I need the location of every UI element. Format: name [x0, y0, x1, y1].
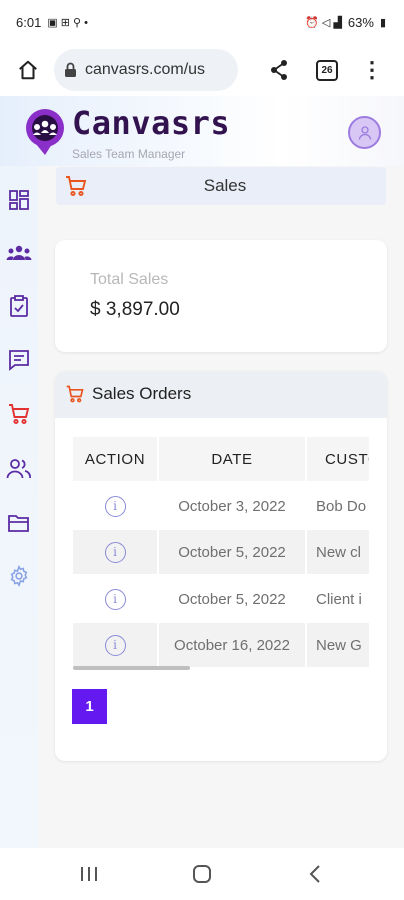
info-icon[interactable]: i — [104, 541, 126, 563]
status-time: 6:01 — [16, 14, 42, 30]
table-row: i October 5, 2022 Client i — [73, 577, 369, 621]
settings-gear-icon[interactable] — [6, 563, 32, 589]
info-icon[interactable]: i — [104, 495, 126, 517]
table-horizontal-scrollbar[interactable] — [73, 666, 190, 670]
share-icon[interactable] — [262, 52, 296, 88]
brand-name: Canvasrs — [72, 104, 231, 142]
signal-icons: ⏰ ◁ ▟ — [305, 16, 342, 29]
total-sales-card — [55, 240, 387, 352]
order-date: October 5, 2022 — [178, 590, 286, 608]
page-title: Sales — [203, 176, 247, 195]
cart-icon — [65, 384, 85, 409]
pagination-page-button[interactable]: 1 — [72, 689, 107, 724]
order-customer: New G — [307, 623, 369, 667]
team-icon[interactable] — [6, 240, 32, 266]
sales-cart-icon[interactable] — [6, 401, 32, 427]
folder-icon[interactable] — [6, 510, 32, 536]
browser-toolbar: canvasrs.com/us 26 ⋮ — [0, 44, 404, 96]
column-header-date[interactable]: DATE — [159, 437, 305, 481]
table-row: i October 3, 2022 Bob Do — [73, 484, 369, 528]
back-nav-icon[interactable] — [307, 862, 323, 886]
order-customer: Client i — [316, 590, 362, 608]
notification-icons: ▣ ⊞ ⚲ • — [47, 16, 88, 29]
info-icon[interactable]: i — [104, 634, 126, 656]
battery-icon: ▮ — [379, 16, 386, 29]
table-row: i October 16, 2022 New G — [73, 623, 369, 667]
home-icon[interactable] — [10, 52, 46, 88]
lock-icon — [64, 62, 77, 78]
order-date: October 16, 2022 — [159, 623, 305, 667]
recent-apps-icon[interactable] — [80, 862, 98, 886]
info-icon[interactable]: i — [104, 588, 126, 610]
user-avatar[interactable] — [348, 116, 381, 149]
table-row: i October 5, 2022 New cl — [73, 530, 369, 574]
sales-orders-title: Sales Orders — [92, 384, 192, 403]
order-date: October 5, 2022 — [159, 530, 305, 574]
address-bar[interactable]: canvasrs.com/us — [54, 49, 238, 91]
tasks-clipboard-icon[interactable] — [6, 293, 32, 319]
logo-icon — [24, 108, 66, 161]
battery-level: 63% — [347, 14, 374, 30]
url-text: canvasrs.com/us — [85, 61, 206, 78]
column-header-customer[interactable]: CUSTO — [307, 437, 369, 481]
customers-icon[interactable] — [6, 456, 32, 482]
column-header-action[interactable]: ACTION — [73, 437, 157, 481]
total-sales-value: $ 3,897.00 — [90, 299, 180, 320]
brand-tagline: Sales Team Manager — [72, 147, 186, 161]
total-sales-label: Total Sales — [90, 271, 169, 288]
overflow-menu-icon[interactable]: ⋮ — [360, 52, 384, 88]
tab-switcher-button[interactable]: 26 — [316, 60, 338, 81]
messages-icon[interactable] — [6, 347, 32, 373]
order-date: October 3, 2022 — [178, 497, 286, 515]
dashboard-icon[interactable] — [6, 187, 32, 213]
sales-orders-table[interactable]: ACTION DATE CUSTO i October 3, 2022 Bob … — [73, 437, 369, 669]
home-nav-icon[interactable] — [191, 862, 213, 886]
order-customer: New cl — [307, 530, 369, 574]
system-navigation-bar — [0, 848, 404, 900]
order-customer: Bob Do — [316, 497, 367, 515]
status-bar: 6:01 ▣ ⊞ ⚲ • ⏰ ◁ ▟ 63% ▮ — [0, 0, 404, 44]
sidebar — [0, 166, 38, 848]
